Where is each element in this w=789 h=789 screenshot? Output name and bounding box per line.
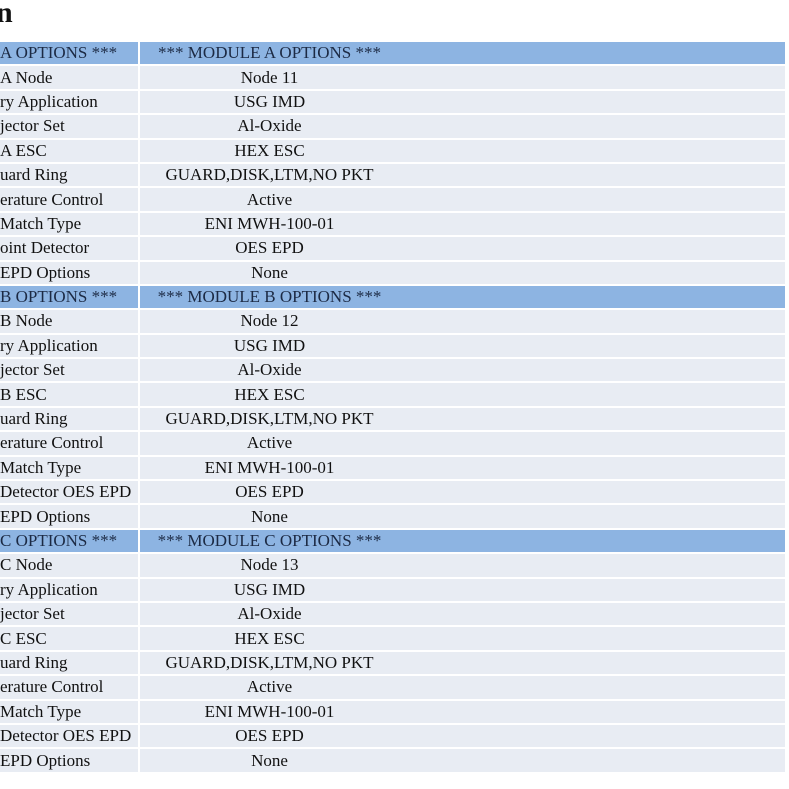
option-value: Active <box>140 676 785 699</box>
table-row: EPD Options None <box>0 505 785 528</box>
option-value: GUARD,DISK,LTM,NO PKT <box>140 163 785 187</box>
option-label: erature Control <box>0 676 138 699</box>
option-value: HEX ESC <box>140 383 785 406</box>
table-row: oint Detector OES EPD <box>0 237 785 260</box>
table-row: B Node Node 12 <box>0 310 785 333</box>
option-value: GUARD,DISK,LTM,NO PKT <box>140 651 785 675</box>
table-row: erature Control Active <box>0 188 785 211</box>
option-label: jector Set <box>0 359 138 382</box>
option-label: EPD Options <box>0 749 138 772</box>
option-value: Active <box>140 188 785 211</box>
option-label: uard Ring <box>0 651 138 675</box>
table-row: EPD Options None <box>0 261 785 284</box>
option-label: Match Type <box>0 456 138 480</box>
option-value: None <box>140 749 785 772</box>
option-value: Node 13 <box>140 554 785 577</box>
option-label: C ESC <box>0 627 138 650</box>
option-value: *** MODULE B OPTIONS *** <box>140 285 785 309</box>
table-row: jector Set Al-Oxide <box>0 602 785 626</box>
table-row: ry Application USG IMD <box>0 90 785 114</box>
option-label: ry Application <box>0 578 138 601</box>
option-label: Detector OES EPD <box>0 724 138 748</box>
option-label: B Node <box>0 310 138 333</box>
option-label: C OPTIONS *** <box>0 529 138 553</box>
option-label: A OPTIONS *** <box>0 42 138 65</box>
table-row: A Node Node 11 <box>0 66 785 89</box>
table-row: Match Type ENI MWH-100-01 <box>0 212 785 236</box>
option-label: jector Set <box>0 115 138 138</box>
option-label: Match Type <box>0 700 138 723</box>
table-row: Detector OES EPD OES EPD <box>0 481 785 504</box>
option-label: B OPTIONS *** <box>0 285 138 309</box>
page-title: n <box>0 0 13 29</box>
option-label: EPD Options <box>0 261 138 284</box>
option-label: C Node <box>0 554 138 577</box>
option-label: oint Detector <box>0 237 138 260</box>
table-row: jector Set Al-Oxide <box>0 359 785 382</box>
option-value: *** MODULE C OPTIONS *** <box>140 529 785 553</box>
option-value: ENI MWH-100-01 <box>140 700 785 723</box>
option-value: None <box>140 505 785 528</box>
option-value: Active <box>140 432 785 455</box>
module-options-table: A OPTIONS *** *** MODULE A OPTIONS *** A N… <box>0 40 787 774</box>
option-label: ry Application <box>0 334 138 358</box>
option-value: ENI MWH-100-01 <box>140 456 785 480</box>
section-header-row: C OPTIONS *** *** MODULE C OPTIONS *** <box>0 529 785 553</box>
table-row: EPD Options None <box>0 749 785 772</box>
option-value: None <box>140 261 785 284</box>
option-label: uard Ring <box>0 407 138 431</box>
option-value: ENI MWH-100-01 <box>140 212 785 236</box>
option-value: OES EPD <box>140 724 785 748</box>
table-row: uard Ring GUARD,DISK,LTM,NO PKT <box>0 163 785 187</box>
table-row: ry Application USG IMD <box>0 334 785 358</box>
table-row: ry Application USG IMD <box>0 578 785 601</box>
table-row: uard Ring GUARD,DISK,LTM,NO PKT <box>0 651 785 675</box>
option-label: uard Ring <box>0 163 138 187</box>
option-value: USG IMD <box>140 334 785 358</box>
option-value: *** MODULE A OPTIONS *** <box>140 42 785 65</box>
option-label: Match Type <box>0 212 138 236</box>
option-label: erature Control <box>0 432 138 455</box>
table-row: erature Control Active <box>0 432 785 455</box>
option-value: Al-Oxide <box>140 359 785 382</box>
option-value: Node 11 <box>140 66 785 89</box>
option-label: erature Control <box>0 188 138 211</box>
option-label: EPD Options <box>0 505 138 528</box>
option-value: HEX ESC <box>140 627 785 650</box>
option-label: jector Set <box>0 602 138 626</box>
table-row: Detector OES EPD OES EPD <box>0 724 785 748</box>
option-value: GUARD,DISK,LTM,NO PKT <box>140 407 785 431</box>
table-row: Match Type ENI MWH-100-01 <box>0 700 785 723</box>
option-label: ry Application <box>0 90 138 114</box>
option-label: B ESC <box>0 383 138 406</box>
option-value: HEX ESC <box>140 139 785 162</box>
option-label: A ESC <box>0 139 138 162</box>
option-label: Detector OES EPD <box>0 481 138 504</box>
table-row: C ESC HEX ESC <box>0 627 785 650</box>
option-value: OES EPD <box>140 237 785 260</box>
option-value: USG IMD <box>140 578 785 601</box>
option-value: Node 12 <box>140 310 785 333</box>
option-value: USG IMD <box>140 90 785 114</box>
table-row: uard Ring GUARD,DISK,LTM,NO PKT <box>0 407 785 431</box>
option-label: A Node <box>0 66 138 89</box>
section-header-row: A OPTIONS *** *** MODULE A OPTIONS *** <box>0 42 785 65</box>
table-row: A ESC HEX ESC <box>0 139 785 162</box>
table-row: B ESC HEX ESC <box>0 383 785 406</box>
table-row: jector Set Al-Oxide <box>0 115 785 138</box>
table-row: erature Control Active <box>0 676 785 699</box>
option-value: Al-Oxide <box>140 115 785 138</box>
table-row: Match Type ENI MWH-100-01 <box>0 456 785 480</box>
option-value: Al-Oxide <box>140 602 785 626</box>
section-header-row: B OPTIONS *** *** MODULE B OPTIONS *** <box>0 285 785 309</box>
table-row: C Node Node 13 <box>0 554 785 577</box>
option-value: OES EPD <box>140 481 785 504</box>
